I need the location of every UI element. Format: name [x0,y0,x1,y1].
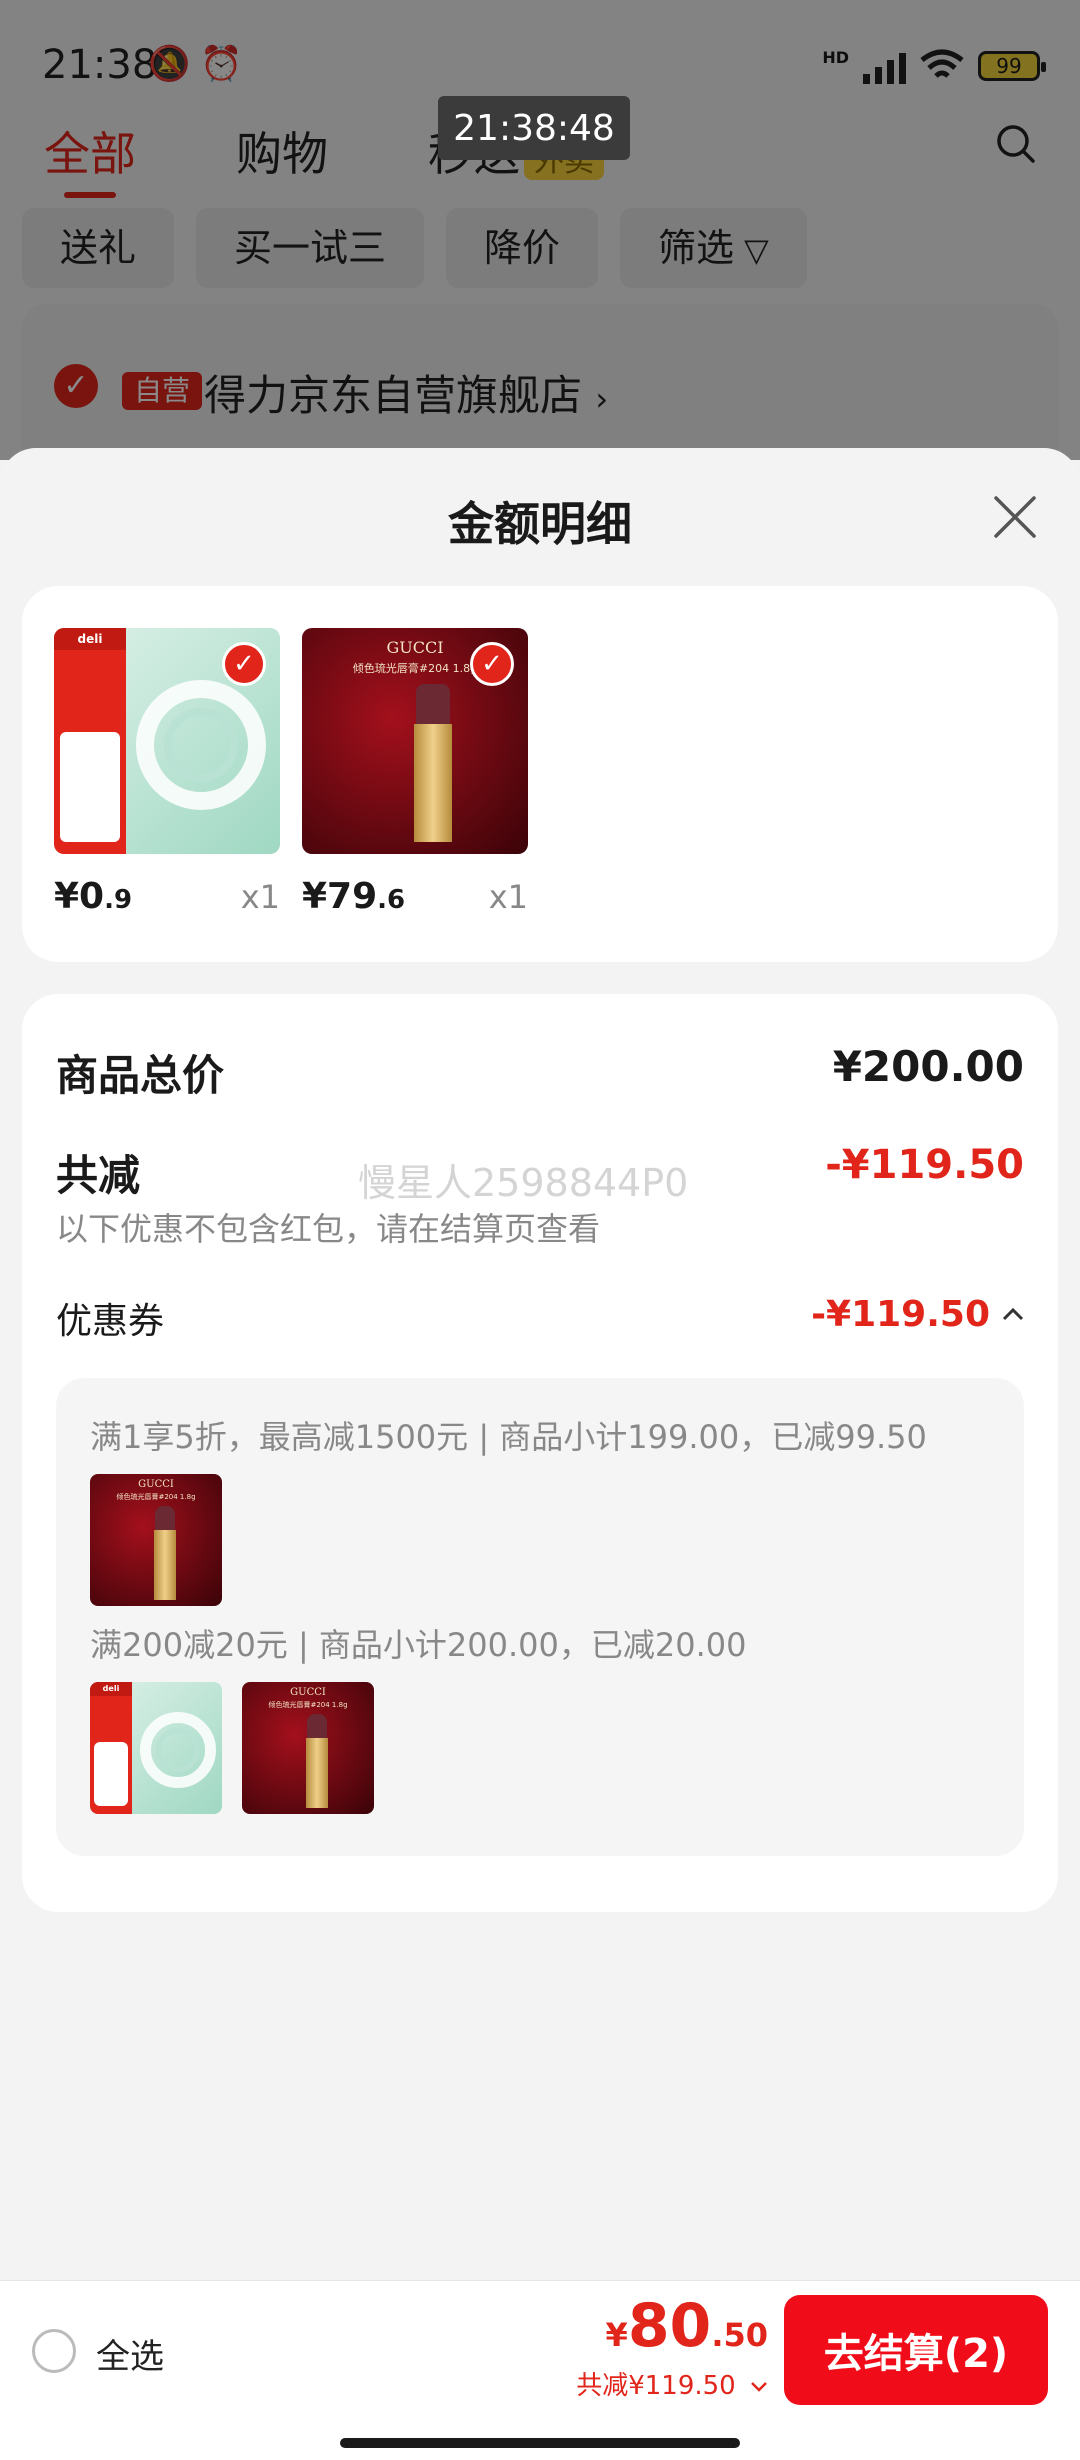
checkout-bar: 全选 ¥80.50 共减¥119.50 去结算(2) [0,2280,1080,2419]
coupon-value: -¥119.50 [811,1294,990,1335]
lipstick-product-image: GUCCI 倾色琉光唇膏#204 1.8g ✓ [302,628,528,854]
coupon-2-product-tape: deli [90,1682,222,1814]
tape-brand: deli [54,628,126,650]
product-price: ¥79.6 [302,876,405,917]
total-value: ¥200.00 [832,1042,1024,1091]
checked-icon[interactable]: ✓ [222,642,266,686]
dim-overlay [0,0,1080,460]
price-detail-card: 商品总价 ¥200.00 共减 -¥119.50 以下优惠不包含红包，请在结算页… [22,994,1058,1912]
watermark: 慢星人2598844P0 [358,1161,689,1205]
home-indicator[interactable] [340,2438,740,2448]
total-row: 商品总价 ¥200.00 [56,1042,1024,1102]
yen-symbol: ¥ [605,2316,628,2354]
price-int: ¥0 [54,876,105,917]
saved-amount-text: 共减¥119.50 [576,2371,736,2401]
coupon-rule-1: 满1享5折，最高减1500元 | 商品小计199.00，已减99.50 [90,1418,927,1456]
product-price: ¥0.9 [54,876,132,917]
coupon-2-product-lipstick: GUCCI 倾色琉光唇膏#204 1.8g [242,1682,374,1814]
reduce-note: 以下优惠不包含红包，请在结算页查看 [56,1210,601,1248]
product-item[interactable]: deli ✓ ¥0.9 x1 [54,628,280,917]
coupon-1-product-lipstick: GUCCI 倾色琉光唇膏#204 1.8g [90,1474,222,1606]
price-decimal: .50 [711,2316,768,2354]
select-all-radio[interactable] [32,2329,76,2373]
coupon-rule-2: 满200减20元 | 商品小计200.00，已减20.00 [90,1626,747,1664]
amount-detail-sheet: 金额明细 deli ✓ ¥0.9 x1 GUCCI 倾色琉光唇膏#204 1.8… [0,448,1080,2460]
price-dec: .6 [377,885,406,915]
close-icon[interactable] [990,492,1040,542]
price-integer: 80 [627,2291,712,2361]
selected-products-card: deli ✓ ¥0.9 x1 GUCCI 倾色琉光唇膏#204 1.8g ✓ ¥… [22,586,1058,962]
checked-icon[interactable]: ✓ [470,642,514,686]
timestamp-overlay: 21:38:48 [438,96,630,160]
select-all-label[interactable]: 全选 [96,2329,164,2378]
tape-product-image: deli ✓ [54,628,280,854]
coupon-label: 优惠券 [56,1301,165,1342]
chevron-up-icon[interactable] [1002,1306,1024,1322]
sheet-title: 金额明细 [448,497,632,551]
price-int: ¥79 [302,876,378,917]
total-label: 商品总价 [56,1051,225,1100]
product-qty: x1 [488,878,528,916]
reduce-label: 共减 [56,1151,141,1200]
coupon-detail-box: 满1享5折，最高减1500元 | 商品小计199.00，已减99.50 GUCC… [56,1378,1024,1856]
payable-price: ¥80.50 [606,2291,768,2361]
coupon-row[interactable]: 优惠券 -¥119.50 [56,1292,1024,1342]
checkout-button[interactable]: 去结算(2) [784,2295,1048,2405]
reduce-value: -¥119.50 [825,1142,1024,1188]
price-dec: .9 [104,885,133,915]
product-qty: x1 [240,878,280,916]
chevron-down-icon [751,2382,767,2392]
saved-amount[interactable]: 共减¥119.50 [576,2365,768,2402]
product-item[interactable]: GUCCI 倾色琉光唇膏#204 1.8g ✓ ¥79.6 x1 [302,628,528,917]
